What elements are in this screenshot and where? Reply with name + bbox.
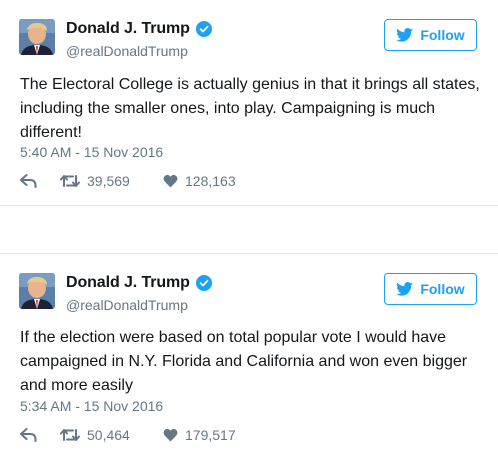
retweet-button[interactable]: 39,569: [60, 173, 163, 189]
author-handle[interactable]: @realDonaldTrump: [66, 43, 188, 59]
like-button[interactable]: 179,517: [163, 427, 236, 443]
author-name[interactable]: Donald J. Trump: [66, 274, 190, 292]
tweet-timestamp[interactable]: 5:40 AM - 15 Nov 2016: [20, 144, 163, 160]
reply-button[interactable]: [20, 428, 60, 442]
tweet-separator: [0, 206, 498, 253]
heart-icon: [163, 174, 178, 188]
tweet-card: Donald J. Trump @realDonaldTrump Follow …: [0, 253, 498, 458]
retweet-icon: [60, 175, 80, 187]
retweet-count: 50,464: [87, 427, 130, 443]
tweet-actions: 50,464 179,517: [20, 425, 236, 445]
tweet-actions: 39,569 128,163: [20, 171, 236, 191]
twitter-bird-icon: [396, 282, 414, 296]
reply-button[interactable]: [20, 174, 60, 188]
verified-badge-icon: [196, 275, 212, 291]
like-button[interactable]: 128,163: [163, 173, 236, 189]
tweet-card: Donald J. Trump @realDonaldTrump Follow …: [0, 0, 498, 206]
follow-label: Follow: [420, 281, 465, 297]
avatar[interactable]: [19, 19, 55, 55]
avatar[interactable]: [19, 273, 55, 309]
twitter-bird-icon: [396, 28, 414, 42]
author-handle[interactable]: @realDonaldTrump: [66, 297, 188, 313]
heart-icon: [163, 428, 178, 442]
follow-button[interactable]: Follow: [384, 19, 477, 51]
author-name[interactable]: Donald J. Trump: [66, 20, 190, 38]
tweet-timestamp[interactable]: 5:34 AM - 15 Nov 2016: [20, 398, 163, 414]
reply-icon: [20, 174, 37, 188]
verified-badge-icon: [196, 21, 212, 37]
retweet-button[interactable]: 50,464: [60, 427, 163, 443]
follow-button[interactable]: Follow: [384, 273, 477, 305]
tweet-text: The Electoral College is actually genius…: [20, 76, 480, 141]
retweet-icon: [60, 429, 80, 441]
tweet-text: If the election were based on total popu…: [20, 329, 468, 394]
retweet-count: 39,569: [87, 173, 130, 189]
reply-icon: [20, 428, 37, 442]
like-count: 128,163: [185, 173, 236, 189]
follow-label: Follow: [420, 27, 465, 43]
like-count: 179,517: [185, 427, 236, 443]
